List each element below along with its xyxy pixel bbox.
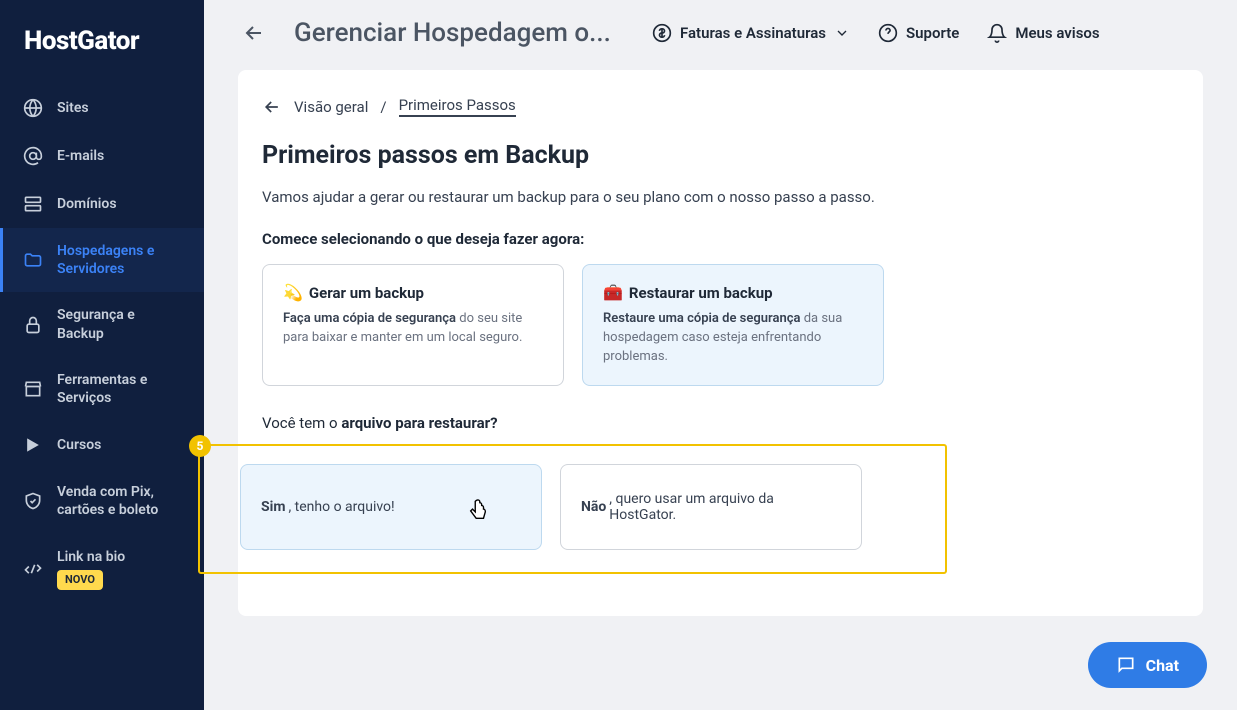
sidebar-item-hosting[interactable]: Hospedagens e Servidores bbox=[0, 228, 204, 292]
back-arrow-icon[interactable] bbox=[242, 21, 266, 45]
sidebar-item-label: Domínios bbox=[57, 195, 184, 213]
sidebar-item-label: E-mails bbox=[57, 147, 184, 165]
header-notices-link[interactable]: Meus avisos bbox=[987, 23, 1099, 43]
sidebar-item-security[interactable]: Segurança e Backup bbox=[0, 292, 204, 356]
header-support-label: Suporte bbox=[906, 24, 959, 42]
server-icon bbox=[23, 194, 43, 214]
chat-label: Chat bbox=[1146, 656, 1179, 675]
sidebar-item-domains[interactable]: Domínios bbox=[0, 180, 204, 228]
help-icon bbox=[878, 23, 898, 43]
breadcrumb-current: Primeiros Passos bbox=[399, 96, 516, 117]
logo: HostGator bbox=[0, 18, 204, 84]
breadcrumb: Visão geral / Primeiros Passos bbox=[262, 96, 1179, 117]
sidebar-item-label: Cursos bbox=[57, 436, 184, 454]
question-text: Você tem o arquivo para restaurar? bbox=[262, 414, 1179, 432]
option-title: Gerar um backup bbox=[309, 284, 424, 302]
option-generate-backup[interactable]: 💫 Gerar um backup Faça uma cópia de segu… bbox=[262, 264, 564, 386]
header-billing-label: Faturas e Assinaturas bbox=[680, 24, 826, 42]
page-subtitle: Vamos ajudar a gerar ou restaurar um bac… bbox=[262, 188, 1179, 206]
header-notices-label: Meus avisos bbox=[1015, 24, 1099, 42]
sidebar-item-tools[interactable]: Ferramentas e Serviços bbox=[0, 357, 204, 421]
option-desc: Restaure uma cópia de segurança da sua h… bbox=[603, 310, 863, 367]
chevron-down-icon bbox=[834, 25, 850, 41]
sidebar-item-label: Ferramentas e Serviços bbox=[57, 371, 184, 407]
answer-no[interactable]: Não, quero usar um arquivo da HostGator. bbox=[560, 464, 862, 550]
highlight-step-box: 5 Sim, tenho o arquivo! Não, quero usar … bbox=[198, 444, 947, 574]
sidebar-item-label: Link na bio bbox=[57, 548, 125, 566]
sidebar-item-label: Sites bbox=[57, 99, 184, 117]
folder-icon bbox=[23, 250, 43, 270]
play-icon bbox=[23, 435, 43, 455]
page-title: Primeiros passos em Backup bbox=[262, 141, 1179, 170]
sidebar-item-label: Venda com Pix, cartões e boleto bbox=[57, 483, 184, 519]
header-support-link[interactable]: Suporte bbox=[878, 23, 959, 43]
answer-row: Sim, tenho o arquivo! Não, quero usar um… bbox=[240, 464, 905, 550]
chat-button[interactable]: Chat bbox=[1088, 642, 1207, 688]
sparkle-emoji: 💫 bbox=[283, 283, 303, 302]
header: Gerenciar Hospedagem o... Faturas e Assi… bbox=[204, 0, 1237, 66]
chat-icon bbox=[1116, 655, 1136, 675]
sidebar-item-label: Segurança e Backup bbox=[57, 306, 184, 342]
novo-badge: NOVO bbox=[57, 570, 103, 590]
sidebar-item-label: Hospedagens e Servidores bbox=[57, 242, 184, 278]
sidebar-item-sales[interactable]: Venda com Pix, cartões e boleto bbox=[0, 469, 204, 533]
step-number-badge: 5 bbox=[189, 435, 211, 457]
section-label: Comece selecionando o que deseja fazer a… bbox=[262, 230, 1179, 248]
sidebar: HostGator Sites E-mails Domínios bbox=[0, 0, 204, 710]
link-icon bbox=[23, 559, 43, 579]
sidebar-item-emails[interactable]: E-mails bbox=[0, 132, 204, 180]
content-card: Visão geral / Primeiros Passos Primeiros… bbox=[238, 70, 1203, 616]
breadcrumb-back-icon[interactable] bbox=[262, 97, 282, 117]
sidebar-item-courses[interactable]: Cursos bbox=[0, 421, 204, 469]
header-title: Gerenciar Hospedagem o... bbox=[294, 18, 624, 48]
option-title: Restaurar um backup bbox=[629, 284, 773, 302]
at-icon bbox=[23, 146, 43, 166]
store-icon bbox=[23, 379, 43, 399]
shield-icon bbox=[23, 491, 43, 511]
answer-yes[interactable]: Sim, tenho o arquivo! bbox=[240, 464, 542, 550]
breadcrumb-separator: / bbox=[380, 98, 386, 116]
option-desc: Faça uma cópia de segurança do seu site … bbox=[283, 310, 543, 348]
dollar-icon bbox=[652, 23, 672, 43]
bell-icon bbox=[987, 23, 1007, 43]
option-cards-row: 💫 Gerar um backup Faça uma cópia de segu… bbox=[262, 264, 1179, 386]
sidebar-item-sites[interactable]: Sites bbox=[0, 84, 204, 132]
header-billing-link[interactable]: Faturas e Assinaturas bbox=[652, 23, 850, 43]
globe-icon bbox=[23, 98, 43, 118]
sidebar-item-linkbio[interactable]: Link na bio NOVO bbox=[0, 534, 204, 604]
pointer-cursor-icon bbox=[467, 497, 489, 523]
option-restore-backup[interactable]: 🧰 Restaurar um backup Restaure uma cópia… bbox=[582, 264, 884, 386]
main: Gerenciar Hospedagem o... Faturas e Assi… bbox=[204, 0, 1237, 710]
lock-icon bbox=[23, 315, 43, 335]
breadcrumb-root[interactable]: Visão geral bbox=[294, 98, 368, 116]
toolbox-emoji: 🧰 bbox=[603, 283, 623, 302]
